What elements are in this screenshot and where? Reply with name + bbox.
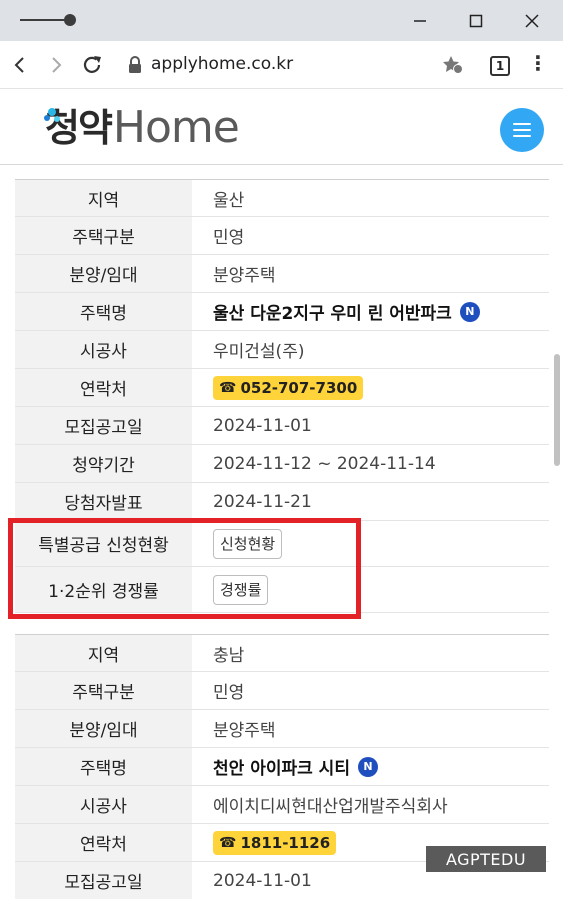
more-menu-icon[interactable]: ⋮ <box>528 53 548 73</box>
row-label: 주택구분 <box>15 672 192 709</box>
row-value: 에이치디씨현대산업개발주식회사 <box>213 797 448 817</box>
site-header: 청약 Home <box>0 90 563 165</box>
reload-icon <box>83 56 101 73</box>
row-label: 시공사 <box>15 331 192 368</box>
row-label: 주택구분 <box>15 217 192 254</box>
tab-count-button[interactable]: 1 <box>490 56 510 76</box>
row-value: 울산 <box>213 190 245 211</box>
scrollbar-thumb[interactable] <box>554 354 560 466</box>
row-label: 주택명 <box>15 293 192 330</box>
row-value: 민영 <box>213 228 245 248</box>
row-label: 모집공고일 <box>15 862 192 899</box>
menu-line-icon <box>513 129 531 131</box>
bookmark-button[interactable] <box>438 50 468 80</box>
red-highlight-box <box>8 518 361 619</box>
row-value: 민영 <box>213 683 245 703</box>
table-row: 주택구분 민영 <box>15 217 549 255</box>
lock-icon <box>129 56 141 73</box>
table-row: 당첨자발표 2024-11-21 <box>15 483 549 521</box>
table-row: 시공사 에이치디씨현대산업개발주식회사 <box>15 786 549 824</box>
row-label: 연락처 <box>15 369 192 406</box>
table-row: 주택명 천안 아이파크 시티 N <box>15 748 549 786</box>
row-value: 분양주택 <box>213 721 276 741</box>
window-slider-track <box>20 19 70 21</box>
housing-name-link[interactable]: 울산 다운2지구 우미 린 어반파크 <box>213 299 452 324</box>
phone-number-text: 1811-1126 <box>240 833 331 852</box>
table-row: 지역 충남 <box>15 634 549 672</box>
row-value: 충남 <box>213 645 245 666</box>
site-logo[interactable]: 청약 Home <box>44 102 240 153</box>
table-row: 주택명 울산 다운2지구 우미 린 어반파크 N <box>15 293 549 331</box>
row-label: 청약기간 <box>15 445 192 482</box>
new-badge-icon: N <box>459 301 480 322</box>
table-row: 지역 울산 <box>15 179 549 217</box>
new-badge-icon: N <box>357 756 378 777</box>
row-value: 분양주택 <box>213 266 276 286</box>
table-row: 분양/임대 분양주택 <box>15 255 549 293</box>
minimize-icon <box>414 19 426 22</box>
maximize-button[interactable] <box>448 0 504 41</box>
forward-button[interactable] <box>41 50 71 80</box>
row-label: 지역 <box>15 635 192 671</box>
table-row: 주택구분 민영 <box>15 672 549 710</box>
phone-number-button[interactable]: ☎ 052-707-7300 <box>213 375 364 400</box>
telephone-icon: ☎ <box>219 834 237 851</box>
phone-number-button[interactable]: ☎ 1811-1126 <box>213 830 337 855</box>
row-label: 당첨자발표 <box>15 483 192 520</box>
address-bar-url[interactable]: applyhome.co.kr <box>151 54 293 74</box>
menu-line-icon <box>513 123 531 125</box>
back-button[interactable] <box>5 50 35 80</box>
table-row: 연락처 ☎ 052-707-7300 <box>15 369 549 407</box>
row-label: 분양/임대 <box>15 255 192 292</box>
row-value: 2024-11-12 ~ 2024-11-14 <box>213 453 436 474</box>
row-value: 2024-11-01 <box>213 415 312 436</box>
row-label: 모집공고일 <box>15 407 192 444</box>
housing-name-cell: 천안 아이파크 시티 N <box>192 748 549 785</box>
table-row: 모집공고일 2024-11-01 <box>15 407 549 445</box>
watermark-label: AGPTEDU <box>426 846 546 872</box>
table-row: 시공사 우미건설(주) <box>15 331 549 369</box>
row-label: 연락처 <box>15 824 192 861</box>
close-button[interactable] <box>504 0 560 41</box>
telephone-icon: ☎ <box>219 379 237 396</box>
table-row: 분양/임대 분양주택 <box>15 710 549 748</box>
row-label: 시공사 <box>15 786 192 823</box>
phone-number-text: 052-707-7300 <box>240 378 358 397</box>
housing-name-cell: 울산 다운2지구 우미 린 어반파크 N <box>192 293 549 330</box>
window-slider-knob[interactable] <box>64 14 76 26</box>
logo-spark-icon <box>44 108 60 122</box>
contact-cell: ☎ 052-707-7300 <box>192 369 549 406</box>
close-icon <box>525 13 539 28</box>
row-label: 주택명 <box>15 748 192 785</box>
forward-arrow-icon <box>52 57 62 73</box>
star-bookmark-icon <box>443 56 463 74</box>
menu-line-icon <box>513 135 531 137</box>
logo-english-text: Home <box>112 102 240 153</box>
browser-toolbar: applyhome.co.kr 1 ⋮ <box>0 41 563 89</box>
row-value: 2024-11-21 <box>213 491 312 512</box>
window-title-bar <box>0 0 563 41</box>
maximize-icon <box>469 14 483 27</box>
back-arrow-icon <box>14 57 24 73</box>
table-row: 청약기간 2024-11-12 ~ 2024-11-14 <box>15 445 549 483</box>
minimize-button[interactable] <box>392 0 448 41</box>
hamburger-menu-button[interactable] <box>500 108 544 152</box>
row-label: 분양/임대 <box>15 710 192 747</box>
reload-button[interactable] <box>77 50 107 80</box>
row-label: 지역 <box>15 180 192 216</box>
housing-name-link[interactable]: 천안 아이파크 시티 <box>213 754 350 779</box>
vertical-scrollbar[interactable] <box>549 166 563 899</box>
row-value: 우미건설(주) <box>213 342 305 362</box>
page-content: 지역 울산 주택구분 민영 분양/임대 분양주택 주택명 울산 다운2지구 우미… <box>0 166 563 899</box>
